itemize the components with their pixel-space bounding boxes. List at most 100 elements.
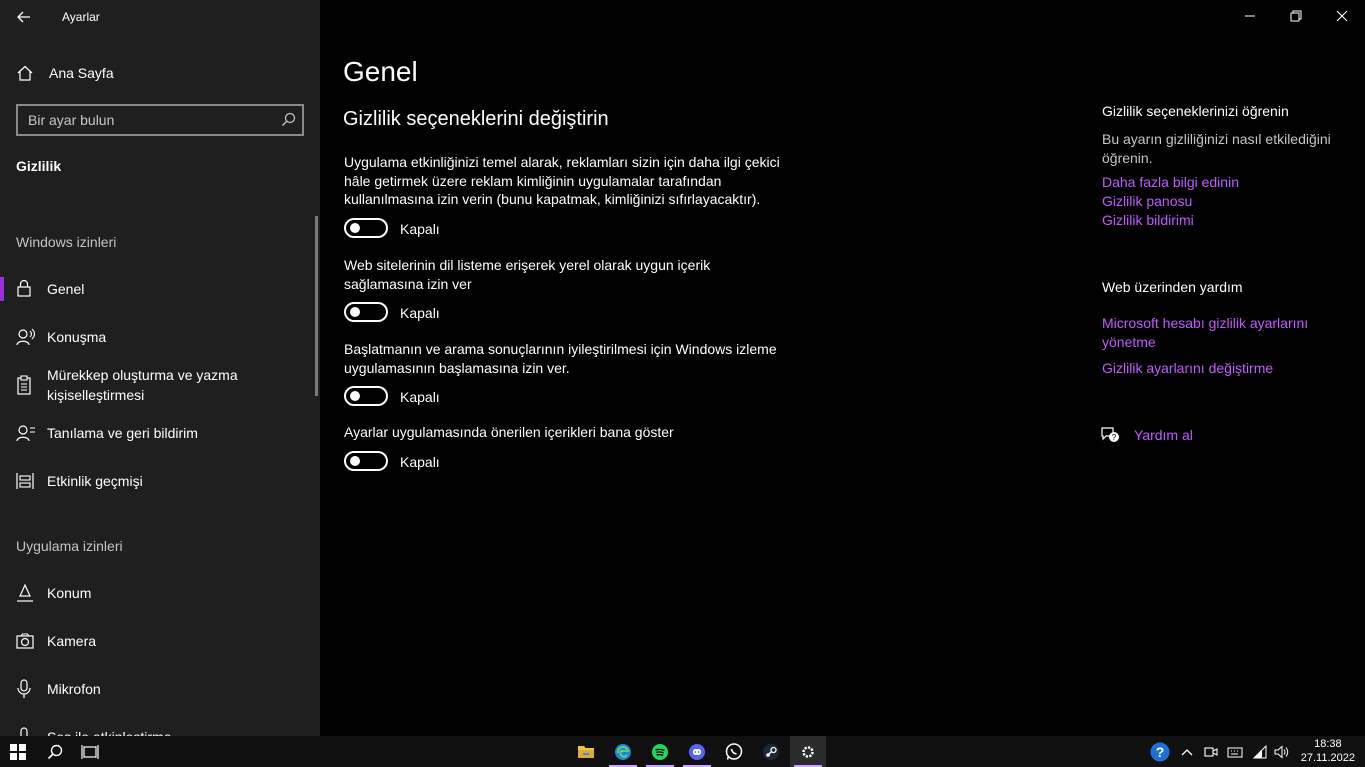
taskbar-steam[interactable] bbox=[753, 736, 789, 767]
section-title: Gizlilik seçeneklerini değiştirin bbox=[343, 108, 609, 130]
sidebar-item-label: Ses ile etkinleştirme bbox=[47, 727, 172, 736]
folder-icon bbox=[578, 746, 594, 758]
home-label: Ana Sayfa bbox=[49, 65, 114, 81]
search-box bbox=[16, 104, 304, 136]
taskbar-spotify[interactable] bbox=[642, 736, 678, 767]
meet-now-button[interactable] bbox=[1202, 736, 1220, 767]
web-help-heading: Web üzerinden yardım bbox=[1102, 279, 1243, 295]
toggle-knob bbox=[350, 307, 360, 317]
sidebar-item-activity-history[interactable]: Etkinlik geçmişi bbox=[0, 470, 320, 494]
edge-icon bbox=[615, 743, 631, 760]
get-help-link[interactable]: Yardım al bbox=[1134, 426, 1365, 445]
toggle-state-label: Kapalı bbox=[400, 454, 440, 470]
sidebar-item-label: Konuşma bbox=[47, 329, 107, 345]
search-input[interactable] bbox=[18, 106, 278, 134]
minimize-button[interactable] bbox=[1227, 0, 1273, 32]
chevron-up-icon bbox=[1181, 748, 1193, 755]
wifi-icon bbox=[1252, 744, 1267, 758]
advertising-id-toggle[interactable] bbox=[344, 218, 388, 238]
sidebar-item-diagnostics[interactable]: Tanılama ve geri bildirim bbox=[0, 422, 320, 446]
privacy-statement-link[interactable]: Gizlilik bildirimi bbox=[1102, 211, 1342, 230]
toggle-state-label: Kapalı bbox=[400, 389, 440, 405]
learn-heading: Gizlilik seçeneklerinizi öğrenin bbox=[1102, 103, 1289, 119]
sidebar-item-label: Mikrofon bbox=[47, 681, 101, 697]
back-button[interactable] bbox=[12, 6, 36, 28]
sidebar-item-label: Tanılama ve geri bildirim bbox=[47, 425, 198, 441]
taskbar-edge[interactable] bbox=[605, 736, 641, 767]
ms-account-privacy-link[interactable]: Microsoft hesabı gizlilik ayarlarını yön… bbox=[1102, 314, 1322, 351]
privacy-dashboard-link[interactable]: Gizlilik panosu bbox=[1102, 192, 1342, 211]
option-description: Web sitelerinin dil listeme erişerek yer… bbox=[344, 257, 711, 292]
sidebar-item-label: Konum bbox=[47, 585, 92, 601]
taskbar-settings[interactable] bbox=[790, 736, 826, 767]
sidebar-item-general[interactable]: Genel bbox=[0, 277, 320, 303]
change-privacy-settings-link[interactable]: Gizlilik ayarlarını değiştirme bbox=[1102, 359, 1342, 378]
main-content: Genel Gizlilik seçeneklerini değiştirin … bbox=[320, 0, 1365, 736]
svg-text:?: ? bbox=[1112, 433, 1117, 442]
speaker-icon bbox=[1274, 744, 1289, 759]
sidebar-item-label: Mürekkep oluşturma ve yazma kişiselleşti… bbox=[47, 367, 238, 403]
show-hidden-icons-button[interactable] bbox=[1178, 736, 1196, 767]
suggested-content-toggle[interactable] bbox=[344, 451, 388, 471]
steam-icon bbox=[763, 743, 779, 760]
sidebar-item-home[interactable]: Ana Sayfa bbox=[0, 58, 320, 88]
app-launch-tracking-toggle[interactable] bbox=[344, 386, 388, 406]
learn-text: Bu ayarın gizliliğinizi nasıl etkilediği… bbox=[1102, 131, 1331, 166]
taskbar-search-button[interactable] bbox=[37, 736, 73, 767]
option-description: Başlatmanın ve arama sonuçlarının iyileş… bbox=[344, 341, 777, 376]
close-button[interactable] bbox=[1319, 0, 1365, 32]
sidebar-item-speech[interactable]: Konuşma bbox=[0, 326, 320, 350]
keyboard-icon bbox=[1227, 747, 1243, 757]
speech-icon bbox=[16, 328, 36, 351]
search-icon[interactable] bbox=[281, 112, 296, 132]
active-indicator bbox=[0, 277, 4, 301]
task-view-button[interactable] bbox=[72, 736, 108, 767]
clock-time: 18:38 bbox=[1314, 738, 1342, 750]
whatsapp-icon bbox=[725, 742, 743, 760]
back-arrow-icon bbox=[17, 11, 30, 23]
sidebar-item-camera[interactable]: Kamera bbox=[0, 630, 320, 654]
lock-icon bbox=[16, 279, 32, 302]
network-button[interactable] bbox=[1250, 736, 1270, 767]
app-title: Ayarlar bbox=[62, 10, 100, 24]
help-chat-icon: ? bbox=[1100, 426, 1120, 446]
feedback-icon bbox=[16, 424, 36, 447]
windows-logo-icon bbox=[10, 743, 26, 760]
sidebar-item-inking[interactable]: Mürekkep oluşturma ve yazma kişiselleşti… bbox=[0, 365, 320, 407]
help-icon: ? bbox=[1150, 742, 1170, 761]
taskbar-discord[interactable] bbox=[679, 736, 715, 767]
camera-icon bbox=[16, 633, 34, 654]
sidebar-item-microphone[interactable]: Mikrofon bbox=[0, 678, 320, 702]
restore-button[interactable] bbox=[1273, 0, 1319, 32]
volume-button[interactable] bbox=[1272, 736, 1292, 767]
taskbar-file-explorer[interactable] bbox=[568, 736, 604, 767]
sidebar: Ayarlar Ana Sayfa Gizlilik Windows izinl… bbox=[0, 0, 320, 736]
windows-permissions-heading: Windows izinleri bbox=[16, 234, 117, 250]
clipboard-icon bbox=[16, 375, 32, 400]
gear-icon bbox=[802, 745, 814, 758]
category-title: Gizlilik bbox=[16, 158, 62, 174]
toggle-knob bbox=[350, 223, 360, 233]
sidebar-scrollbar[interactable] bbox=[315, 216, 318, 396]
taskbar-whatsapp[interactable] bbox=[716, 736, 752, 767]
toggle-knob bbox=[350, 456, 360, 466]
language-list-toggle[interactable] bbox=[344, 302, 388, 322]
home-icon bbox=[16, 65, 34, 86]
sidebar-item-location[interactable]: Konum bbox=[0, 582, 320, 606]
discord-icon bbox=[689, 743, 705, 760]
sidebar-item-voice-activation[interactable]: Ses ile etkinleştirme bbox=[0, 726, 320, 736]
input-language-button[interactable] bbox=[1225, 736, 1245, 767]
timeline-icon bbox=[16, 472, 34, 495]
titlebar-left: Ayarlar bbox=[0, 0, 320, 34]
start-button[interactable] bbox=[0, 736, 36, 767]
search-icon bbox=[47, 744, 63, 759]
video-camera-icon bbox=[1204, 746, 1218, 757]
svg-text:?: ? bbox=[1156, 744, 1165, 760]
restore-icon bbox=[1290, 10, 1302, 22]
task-view-icon bbox=[81, 744, 99, 759]
clock[interactable]: 18:38 27.11.2022 bbox=[1301, 737, 1355, 765]
app-permissions-heading: Uygulama izinleri bbox=[16, 538, 123, 554]
learn-more-link[interactable]: Daha fazla bilgi edinin bbox=[1102, 173, 1342, 192]
help-tray-button[interactable]: ? bbox=[1149, 736, 1171, 767]
location-icon bbox=[16, 583, 34, 607]
